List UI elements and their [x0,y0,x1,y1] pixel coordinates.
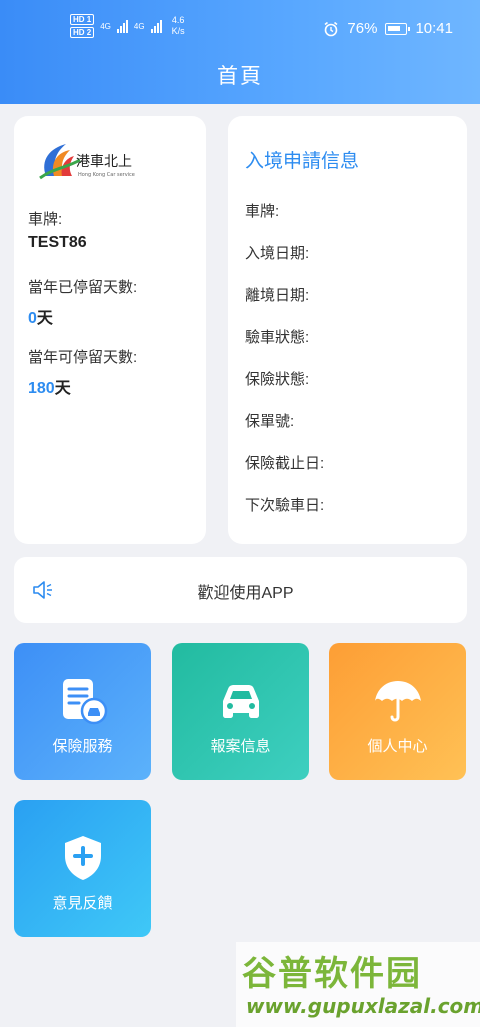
days-allowed-number: 180 [28,380,55,397]
entry-info-row: 離境日期: [245,287,310,304]
battery-icon [385,22,411,35]
alarm-icon [324,21,338,36]
days-allowed-label: 當年可停留天數: [28,349,138,366]
insurance-document-icon [63,679,108,725]
personal-center-tile[interactable]: 個人中心 [329,643,466,780]
insurance-service-tile[interactable]: 保險服務 [14,643,151,780]
notice-bar[interactable]: 歡迎使用APP [14,557,467,623]
entry-info-row: 下次驗車日: [245,497,325,514]
page-title: 首頁 [217,65,263,88]
hk-vehicle-northbound-logo: 港車北上 Hong Kong Car service [39,144,135,180]
entry-info-row: 保險截止日: [245,455,325,472]
entry-info-row: 保險狀態: [245,371,310,388]
status-bar-network: HD 1 HD 2 4G 4G 4.6 K/s [70,14,185,38]
entry-info-row: 保單號: [245,413,295,430]
notice-message: 歡迎使用APP [197,585,294,602]
tile-label: 意見反饋 [52,895,113,912]
svg-text:港車北上: 港車北上 [76,153,132,170]
days-stayed-label: 當年已停留天數: [28,279,138,296]
entry-info-card: 入境申請信息 車牌: 入境日期: 離境日期: 驗車狀態: 保險狀態: 保單號: … [228,116,467,544]
network-speed: 4.6 K/s [172,15,185,37]
days-stayed-unit: 天 [36,310,53,327]
days-allowed-value: 180天 [28,374,71,398]
status-bar-system: 76% 10:41 [323,20,453,37]
entry-info-row: 驗車狀態: [245,329,310,346]
entry-info-title: 入境申請信息 [245,151,360,172]
days-stayed-number: 0 [28,310,37,327]
shield-plus-icon [65,836,101,880]
entry-info-row: 入境日期: [245,245,310,262]
network-type-2: 4G [133,21,145,31]
plate-value: TEST86 [28,234,87,251]
tile-label: 個人中心 [367,738,428,755]
days-allowed-unit: 天 [54,380,71,397]
hd1-badge: HD 1 [70,14,95,25]
clock: 10:41 [415,20,453,37]
tile-label: 保險服務 [52,738,113,755]
signal-icon [150,19,162,33]
network-type-1: 4G [100,21,111,31]
network-speed-value: 4.6 [171,15,185,25]
plate-label: 車牌: [28,211,63,228]
network-speed-unit: K/s [171,26,185,36]
watermark: 谷普软件园 www.gupuxlazal.com [236,942,480,1027]
incident-report-tile[interactable]: 報案信息 [172,643,309,780]
signal-icon [116,19,128,33]
app-header: HD 1 HD 2 4G 4G 4.6 K/s 76% 10:41 首頁 [0,0,480,104]
umbrella-icon [375,681,421,722]
status-bar: HD 1 HD 2 4G 4G 4.6 K/s 76% 10:41 [0,10,480,44]
days-stayed-value: 0天 [28,304,53,328]
battery-percent: 76% [347,20,378,37]
watermark-name: 谷普软件园 [242,954,422,994]
watermark-url: www.gupuxlazal.com [246,994,480,1018]
feedback-tile[interactable]: 意見反饋 [14,800,151,937]
hd2-badge: HD 2 [70,27,95,38]
tile-label: 報案信息 [210,738,271,755]
car-icon [223,685,259,718]
svg-text:Hong Kong Car service: Hong Kong Car service [78,172,135,178]
entry-info-row: 車牌: [245,203,280,220]
vehicle-summary-card: 港車北上 Hong Kong Car service 車牌: TEST86 當年… [14,116,206,544]
